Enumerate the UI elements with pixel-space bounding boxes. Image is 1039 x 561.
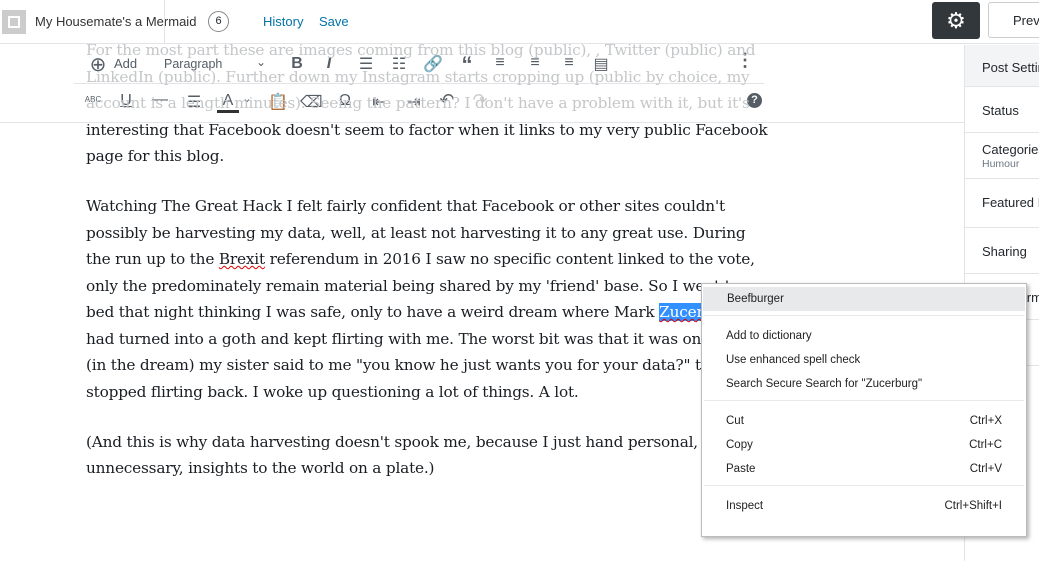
menu-label: Cut [726, 415, 744, 427]
gear-icon: ⚙ [946, 8, 966, 33]
site-icon[interactable] [2, 10, 26, 34]
paragraph-1[interactable]: For the most part these are images comin… [86, 37, 768, 170]
revision-count-badge: 6 [208, 11, 229, 32]
category-value: Humour [982, 158, 1020, 170]
shortcut: Ctrl+Shift+I [944, 500, 1002, 512]
shortcut: Ctrl+C [969, 439, 1002, 451]
text: the run up to the [86, 250, 219, 268]
menu-separator [704, 400, 1024, 401]
menu-label: Inspect [726, 500, 764, 512]
panel-sharing[interactable]: Sharing [965, 228, 1039, 274]
post-settings-tab[interactable]: Post Settings [965, 45, 1039, 87]
editor-header: My Housemate's a Mermaid 6 History Save … [0, 0, 1039, 44]
history-link[interactable]: History [263, 14, 303, 29]
text-line: (in the dream) my sister said to me "you… [86, 356, 737, 374]
text-line: the run up to the Brexit referendum in 2… [86, 246, 768, 273]
panel-featured-image[interactable]: Featured Image [965, 179, 1039, 228]
text-line: bed that night thinking I was safe, only… [86, 299, 768, 326]
text-line: Watching The Great Hack I felt fairly co… [86, 197, 725, 215]
panel-status[interactable]: Status [965, 87, 1039, 133]
menu-item-paste[interactable]: Paste Ctrl+V [702, 457, 1026, 481]
panel-label: Categories [982, 142, 1039, 157]
menu-separator [704, 315, 1024, 316]
post-content[interactable]: For the most part these are images comin… [86, 37, 768, 505]
preview-button[interactable]: Prev [988, 2, 1039, 38]
text-line: unnecessary, insights to the world on a … [86, 459, 435, 477]
menu-item-search[interactable]: Search Secure Search for "Zucerburg" [702, 372, 1026, 396]
paragraph-2[interactable]: Watching The Great Hack I felt fairly co… [86, 193, 768, 405]
text-line: LinkedIn (public). Further down my Insta… [86, 67, 750, 86]
menu-label: Paste [726, 463, 756, 475]
post-title: My Housemate's a Mermaid [35, 14, 197, 29]
paragraph-3[interactable]: (And this is why data harvesting doesn't… [86, 429, 768, 482]
menu-label: Copy [726, 439, 753, 451]
text-line: interesting that Facebook doesn't seem t… [86, 120, 768, 139]
shortcut: Ctrl+X [969, 415, 1002, 427]
text-line: (And this is why data harvesting doesn't… [86, 432, 742, 451]
menu-item-inspect[interactable]: Inspect Ctrl+Shift+I [702, 494, 1026, 518]
shortcut: Ctrl+V [969, 463, 1002, 475]
misspelled-word[interactable]: Brexit [219, 250, 265, 268]
text-line: had turned into a goth and kept flirting… [86, 329, 761, 348]
divider [164, 0, 165, 44]
settings-button[interactable]: ⚙ [932, 2, 980, 39]
text-line: only the predominately remain material b… [86, 276, 740, 295]
menu-item-cut[interactable]: Cut Ctrl+X [702, 409, 1026, 433]
text: bed that night thinking I was safe, only… [86, 303, 660, 321]
text-line: page for this blog. [86, 147, 225, 165]
text-line: account is a length minutes). Seeing the… [86, 94, 750, 112]
context-menu: Beefburger Add to dictionary Use enhance… [701, 283, 1027, 537]
menu-item-enhanced-spell-check[interactable]: Use enhanced spell check [702, 348, 1026, 372]
menu-item-add-to-dictionary[interactable]: Add to dictionary [702, 324, 1026, 348]
panel-categories[interactable]: Categories Humour [965, 133, 1039, 179]
text: referendum in 2016 I saw no specific con… [264, 250, 755, 268]
save-link[interactable]: Save [319, 14, 349, 29]
menu-item-copy[interactable]: Copy Ctrl+C [702, 433, 1026, 457]
menu-item-suggestion[interactable]: Beefburger [703, 287, 1025, 311]
text-line: stopped flirting back. I woke up questio… [86, 382, 579, 401]
menu-separator [704, 485, 1024, 486]
text-line: possibly be harvesting my data, well, at… [86, 223, 746, 242]
